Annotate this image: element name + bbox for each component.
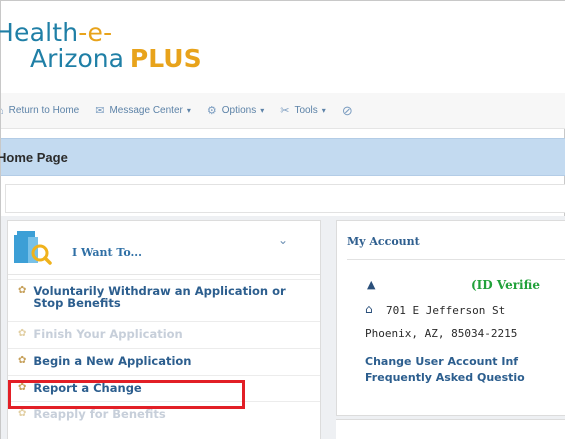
begin-application-link[interactable]: ✿ Begin a New Application: [8, 348, 320, 375]
address-line-2: Phoenix, AZ, 85034-2215: [365, 327, 518, 340]
faq-link[interactable]: Frequently Asked Questio: [365, 371, 525, 384]
id-verified-status: (ID Verifie: [471, 278, 540, 292]
logo-e-text: -e-: [78, 18, 113, 47]
chevron-down-icon: ▾: [321, 106, 326, 115]
message-center-menu[interactable]: ✉ Message Center ▾: [95, 104, 191, 117]
i-want-to-header: I Want To... ⌄: [8, 221, 320, 275]
my-account-panel: My Account ▲ (ID Verifie ⌂ 701 E Jeffers…: [336, 220, 565, 416]
begin-application-label: Begin a New Application: [33, 354, 192, 368]
reapply-benefits-label: Reapply for Benefits: [33, 407, 166, 421]
user-icon: ▲: [367, 278, 376, 291]
search-strip: [5, 184, 565, 213]
logo-line-1: Health-e-: [0, 19, 112, 47]
report-change-highlight: [8, 380, 245, 409]
clock-icon: ⊘: [341, 102, 353, 118]
message-center-label: Message Center: [109, 105, 183, 116]
house-icon: ⌂: [1, 105, 4, 117]
options-label: Options: [221, 105, 257, 116]
home-icon: ⌂: [365, 302, 373, 316]
withdraw-application-label: Voluntarily Withdraw an Application or S…: [33, 284, 286, 310]
clock-button[interactable]: ⊘: [342, 103, 358, 119]
tools-menu[interactable]: ✂ Tools ▾: [280, 104, 326, 117]
gear-bullet-icon: ✿: [18, 328, 27, 339]
main-toolbar: ⌂ Return to Home ✉ Message Center ▾ ⚙ Op…: [1, 93, 565, 129]
withdraw-application-link[interactable]: ✿ Voluntarily Withdraw an Application or…: [8, 279, 320, 321]
page-header-band: Home Page: [0, 138, 565, 176]
account-panel-footer: [336, 419, 565, 439]
logo-plus-text: PLUS: [129, 44, 202, 73]
gear-bullet-icon: ✿: [18, 355, 27, 366]
finish-application-link[interactable]: ✿ Finish Your Application: [8, 321, 320, 348]
chevron-down-icon: ▾: [260, 106, 265, 115]
tools-icon: ✂: [280, 105, 290, 117]
finish-application-label: Finish Your Application: [33, 327, 183, 341]
logo-health-text: Health: [0, 18, 79, 47]
change-account-info-link[interactable]: Change User Account Inf: [365, 355, 518, 368]
my-account-details: ▲ (ID Verifie ⌂ 701 E Jefferson St Phoen…: [347, 259, 565, 413]
chevron-down-icon: ▾: [186, 106, 191, 115]
message-icon: ✉: [95, 105, 105, 117]
app-logo: Health-e- Arizona PLUS: [0, 1, 565, 93]
tools-label: Tools: [294, 105, 318, 116]
options-menu[interactable]: ⚙ Options ▾: [207, 104, 264, 117]
my-account-title: My Account: [347, 235, 420, 248]
logo-arizona-text: Arizona: [30, 44, 124, 73]
collapse-chevron-icon[interactable]: ⌄: [278, 233, 288, 247]
return-home-button[interactable]: ⌂ Return to Home: [1, 105, 79, 117]
return-home-label: Return to Home: [8, 105, 80, 116]
logo-line-2: Arizona PLUS: [30, 45, 202, 73]
gear-icon: ⚙: [206, 105, 217, 117]
i-want-to-title: I Want To...: [72, 246, 142, 259]
address-line-1: 701 E Jefferson St: [386, 304, 506, 317]
gear-bullet-icon: ✿: [18, 285, 27, 296]
folder-search-icon: [14, 231, 52, 265]
page-title: Home Page: [0, 149, 68, 165]
gear-bullet-icon: ✿: [18, 408, 27, 419]
